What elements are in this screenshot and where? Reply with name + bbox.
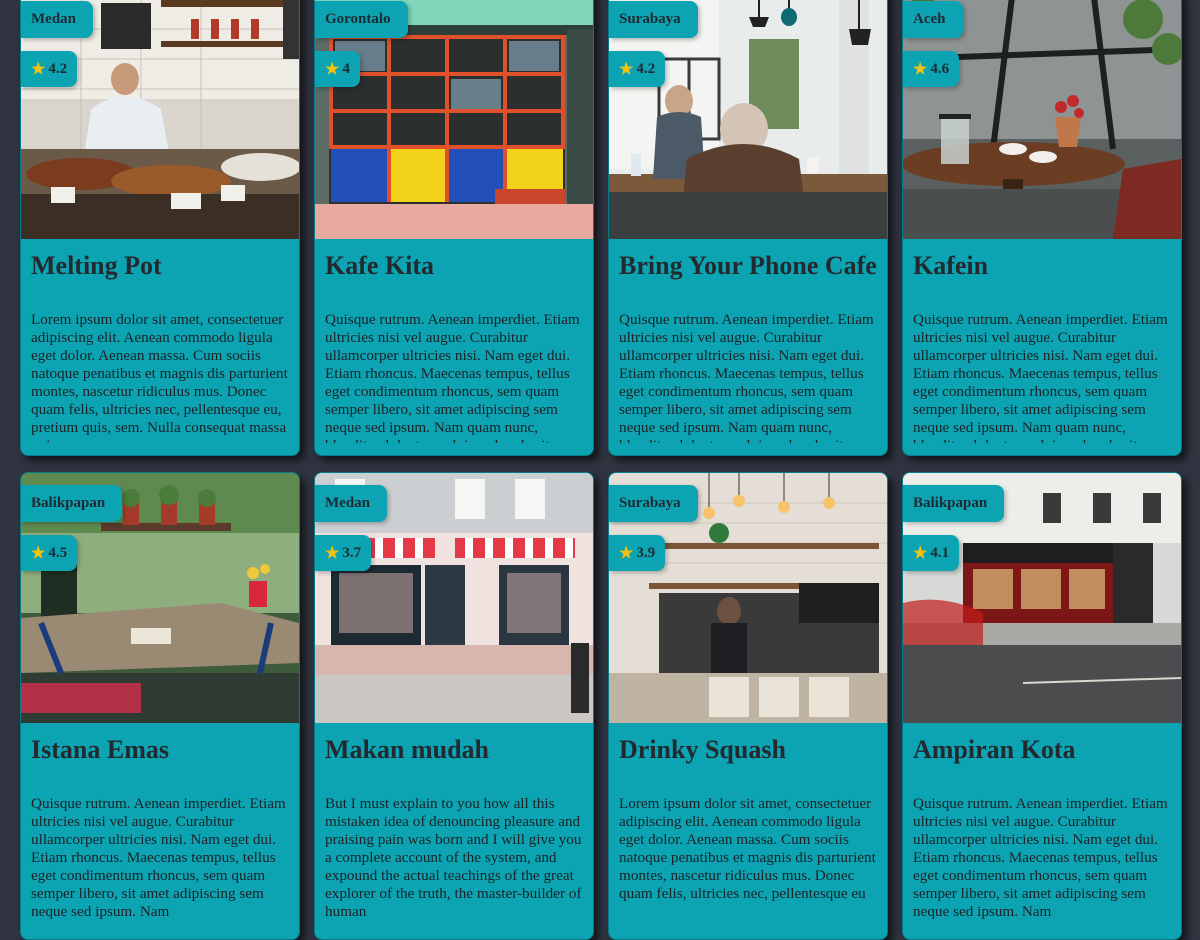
cafe-name[interactable]: Drinky Squash: [609, 723, 887, 765]
cafe-card[interactable]: Balikpapan ★ 4.1 Ampiran Kota Quisque ru…: [902, 472, 1182, 940]
city-badge: Surabaya: [609, 485, 698, 522]
star-icon: ★: [31, 60, 46, 78]
city-badge: Surabaya: [609, 1, 698, 38]
city-badge: Gorontalo: [315, 1, 408, 38]
cafe-photo: Balikpapan ★ 4.1: [903, 473, 1181, 723]
cafe-photo: Surabaya ★ 4.2: [609, 0, 887, 239]
rating-value: 4: [342, 61, 350, 77]
rating-value: 4.2: [48, 61, 68, 77]
cafe-description: Quisque rutrum. Aenean imperdiet. Etiam …: [31, 795, 286, 920]
cafe-description: Lorem ipsum dolor sit amet, consectetuer…: [31, 311, 288, 443]
cafe-card[interactable]: Surabaya ★ 3.9 Drinky Squash Lorem ipsum…: [608, 472, 888, 940]
cafe-card[interactable]: Balikpapan ★ 4.5 Istana Emas Quisque rut…: [20, 472, 300, 940]
cafe-description: But I must explain to you how all this m…: [325, 795, 582, 920]
star-icon: ★: [913, 60, 928, 78]
cafe-description: Quisque rutrum. Aenean imperdiet. Etiam …: [325, 311, 580, 443]
cafe-grid: Medan ★ 4.2 Melting Pot Lorem ipsum dolo…: [20, 0, 1182, 940]
rating-badge: ★ 4: [315, 51, 360, 87]
cafe-card[interactable]: Surabaya ★ 4.2 Bring Your Phone Cafe Qui…: [608, 0, 888, 456]
rating-badge: ★ 4.5: [21, 535, 78, 571]
cafe-name[interactable]: Ampiran Kota: [903, 723, 1181, 765]
city-badge: Aceh: [903, 1, 963, 38]
cafe-photo: Gorontalo ★ 4: [315, 0, 593, 239]
cafe-description: Quisque rutrum. Aenean imperdiet. Etiam …: [913, 795, 1168, 920]
rating-badge: ★ 4.1: [903, 535, 960, 571]
cafe-name[interactable]: Bring Your Phone Cafe: [609, 239, 887, 281]
rating-value: 4.5: [48, 545, 68, 561]
city-badge: Balikpapan: [903, 485, 1005, 522]
cafe-name[interactable]: Melting Pot: [21, 239, 299, 281]
rating-value: 3.9: [636, 545, 656, 561]
cafe-photo: Balikpapan ★ 4.5: [21, 473, 299, 723]
star-icon: ★: [325, 544, 340, 562]
rating-badge: ★ 4.6: [903, 51, 960, 87]
cafe-description: Quisque rutrum. Aenean imperdiet. Etiam …: [913, 311, 1168, 443]
rating-value: 4.2: [636, 61, 656, 77]
star-icon: ★: [619, 544, 634, 562]
cafe-description: Lorem ipsum dolor sit amet, consectetuer…: [619, 795, 876, 902]
rating-badge: ★ 3.7: [315, 535, 372, 571]
cafe-name[interactable]: Kafein: [903, 239, 1181, 281]
cafe-card[interactable]: Medan ★ 4.2 Melting Pot Lorem ipsum dolo…: [20, 0, 300, 456]
star-icon: ★: [913, 544, 928, 562]
cafe-photo: Medan ★ 4.2: [21, 0, 299, 239]
cafe-photo: Surabaya ★ 3.9: [609, 473, 887, 723]
star-icon: ★: [619, 60, 634, 78]
city-badge: Balikpapan: [21, 485, 123, 522]
cafe-card[interactable]: Medan ★ 3.7 Makan mudah But I must expla…: [314, 472, 594, 940]
star-icon: ★: [325, 60, 340, 78]
rating-value: 3.7: [342, 545, 362, 561]
cafe-name[interactable]: Kafe Kita: [315, 239, 593, 281]
cafe-name[interactable]: Makan mudah: [315, 723, 593, 765]
cafe-name[interactable]: Istana Emas: [21, 723, 299, 765]
cafe-card[interactable]: Gorontalo ★ 4 Kafe Kita Quisque rutrum. …: [314, 0, 594, 456]
rating-badge: ★ 4.2: [21, 51, 78, 87]
rating-value: 4.6: [930, 61, 950, 77]
rating-badge: ★ 3.9: [609, 535, 666, 571]
city-badge: Medan: [315, 485, 387, 522]
rating-badge: ★ 4.2: [609, 51, 666, 87]
city-badge: Medan: [21, 1, 93, 38]
cafe-card[interactable]: Aceh ★ 4.6 Kafein Quisque rutrum. Aenean…: [902, 0, 1182, 456]
rating-value: 4.1: [930, 545, 950, 561]
cafe-photo: Aceh ★ 4.6: [903, 0, 1181, 239]
star-icon: ★: [31, 544, 46, 562]
cafe-description: Quisque rutrum. Aenean imperdiet. Etiam …: [619, 311, 874, 443]
cafe-photo: Medan ★ 3.7: [315, 473, 593, 723]
